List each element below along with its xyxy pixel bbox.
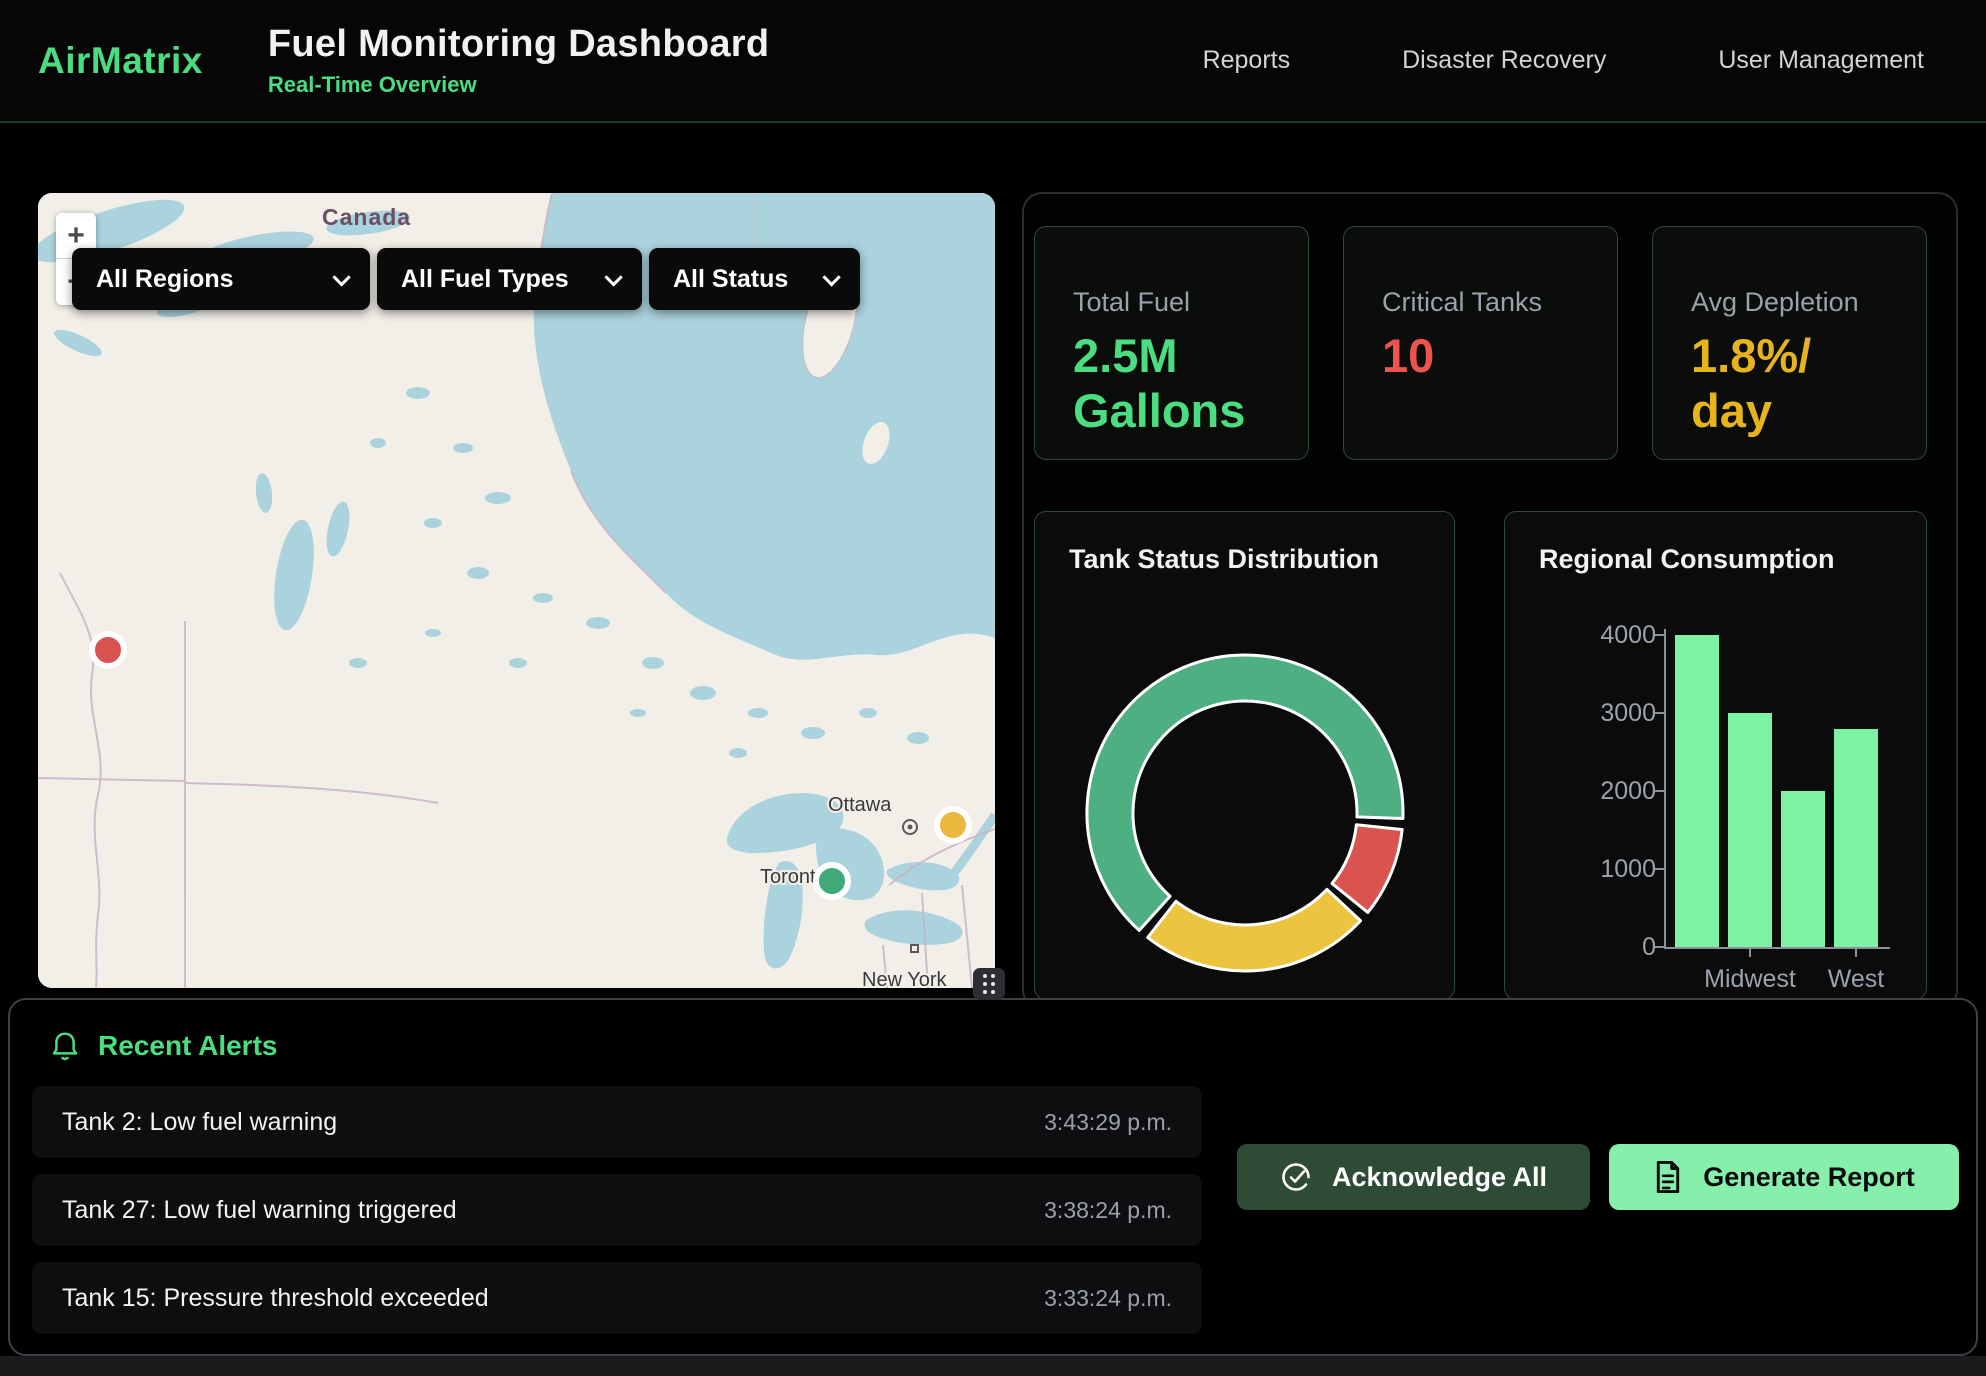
bottom-strip	[0, 1356, 1986, 1376]
recent-alerts-panel: Recent Alerts Tank 2: Low fuel warning 3…	[8, 998, 1978, 1356]
chevron-down-icon	[822, 268, 840, 286]
generate-report-button[interactable]: Generate Report	[1609, 1144, 1959, 1210]
acknowledge-all-label: Acknowledge All	[1332, 1162, 1547, 1193]
alert-row: Tank 15: Pressure threshold exceeded 3:3…	[32, 1262, 1202, 1334]
region-filter-select[interactable]: All Regions	[72, 248, 370, 310]
stat-value-avg-depletion: 1.8%/ day	[1691, 328, 1901, 439]
chevron-down-icon	[604, 268, 622, 286]
bar-chart-title: Regional Consumption	[1539, 544, 1926, 575]
generate-report-label: Generate Report	[1703, 1162, 1915, 1193]
map-label-newyork: New York	[862, 969, 947, 988]
y-tick-label: 1000	[1566, 857, 1656, 882]
dashboard-root: AirMatrix Fuel Monitoring Dashboard Real…	[0, 0, 1986, 1376]
fuel-map[interactable]: Canada Ottawa Toronto New York + − All R…	[38, 193, 995, 988]
alerts-heading: Recent Alerts	[98, 1030, 277, 1062]
fuel-type-filter-value: All Fuel Types	[401, 265, 569, 294]
alert-timestamp: 3:38:24 p.m.	[1044, 1197, 1172, 1224]
bar-series-0	[1675, 635, 1719, 947]
map-marker-normal[interactable]	[816, 865, 848, 897]
stat-card-avg-depletion: Avg Depletion 1.8%/ day	[1652, 226, 1927, 460]
nav-user-management[interactable]: User Management	[1718, 46, 1924, 75]
map-label-canada: Canada	[322, 204, 411, 230]
acknowledge-all-button[interactable]: Acknowledge All	[1237, 1144, 1590, 1210]
y-tick-label: 3000	[1566, 701, 1656, 726]
document-icon	[1653, 1160, 1683, 1194]
region-filter-value: All Regions	[96, 265, 234, 294]
alert-text: Tank 15: Pressure threshold exceeded	[62, 1284, 489, 1313]
tank-status-donut-chart	[1080, 648, 1410, 978]
alert-row: Tank 27: Low fuel warning triggered 3:38…	[32, 1174, 1202, 1246]
stat-card-critical-tanks: Critical Tanks 10	[1343, 226, 1618, 460]
y-tick-mark	[1654, 946, 1664, 948]
stat-cards-row: Total Fuel 2.5M Gallons Critical Tanks 1…	[1034, 226, 1927, 460]
resize-grip-icon[interactable]	[973, 968, 1005, 1000]
page-subtitle: Real-Time Overview	[268, 72, 769, 98]
alerts-header: Recent Alerts	[50, 1030, 277, 1062]
map-marker-warning[interactable]	[937, 809, 969, 841]
y-tick-mark	[1654, 868, 1664, 870]
status-filter-value: All Status	[673, 265, 788, 294]
app-header: AirMatrix Fuel Monitoring Dashboard Real…	[0, 0, 1986, 123]
map-marker-critical[interactable]	[92, 634, 124, 666]
map-label-ottawa: Ottawa	[828, 794, 892, 816]
chevron-down-icon	[332, 268, 350, 286]
check-circle-icon	[1280, 1161, 1312, 1193]
nav-disaster-recovery[interactable]: Disaster Recovery	[1402, 46, 1606, 75]
page-title-block: Fuel Monitoring Dashboard Real-Time Over…	[268, 23, 769, 98]
alert-timestamp: 3:33:24 p.m.	[1044, 1285, 1172, 1312]
status-filter-select[interactable]: All Status	[649, 248, 860, 310]
y-axis	[1664, 629, 1666, 949]
y-tick-mark	[1654, 790, 1664, 792]
y-tick-label: 0	[1566, 935, 1656, 960]
stat-value-total-fuel: 2.5M Gallons	[1073, 328, 1283, 439]
donut-segment-warning	[1148, 889, 1361, 971]
y-tick-label: 4000	[1566, 623, 1656, 648]
alert-timestamp: 3:43:29 p.m.	[1044, 1109, 1172, 1136]
alert-text: Tank 2: Low fuel warning	[62, 1108, 337, 1137]
donut-chart-title: Tank Status Distribution	[1069, 544, 1454, 575]
stat-card-total-fuel: Total Fuel 2.5M Gallons	[1034, 226, 1309, 460]
stat-value-critical-tanks: 10	[1382, 328, 1592, 383]
stat-label: Avg Depletion	[1691, 287, 1926, 318]
bell-icon	[50, 1030, 80, 1062]
alert-text: Tank 27: Low fuel warning triggered	[62, 1196, 457, 1225]
map-filter-bar: All Regions All Fuel Types All Status	[72, 248, 860, 310]
nav-reports[interactable]: Reports	[1203, 46, 1291, 75]
tank-status-chart-card: Tank Status Distribution	[1034, 511, 1455, 1000]
y-tick-mark	[1654, 712, 1664, 714]
metrics-panel: Total Fuel 2.5M Gallons Critical Tanks 1…	[1022, 192, 1958, 1010]
map-graphic: Canada Ottawa Toronto New York	[38, 193, 995, 988]
page-title: Fuel Monitoring Dashboard	[268, 23, 769, 66]
map-canvas[interactable]: Canada Ottawa Toronto New York	[38, 193, 995, 988]
stat-label: Critical Tanks	[1382, 287, 1617, 318]
x-tick-mark	[1855, 949, 1857, 957]
bar-Midwest	[1728, 713, 1772, 947]
donut-segment-critical	[1332, 825, 1402, 913]
x-tick-label: West	[1786, 965, 1926, 994]
bar-West	[1834, 729, 1878, 947]
y-tick-mark	[1654, 634, 1664, 636]
regional-consumption-chart-card: Regional Consumption 01000200030004000Mi…	[1504, 511, 1927, 1000]
stat-label: Total Fuel	[1073, 287, 1308, 318]
y-tick-label: 2000	[1566, 779, 1656, 804]
regional-consumption-bar-chart: 01000200030004000MidwestWest	[1666, 635, 1888, 947]
bar-series-2	[1781, 791, 1825, 947]
alert-row: Tank 2: Low fuel warning 3:43:29 p.m.	[32, 1086, 1202, 1158]
brand-logo: AirMatrix	[38, 40, 203, 82]
x-tick-mark	[1749, 949, 1751, 957]
fuel-type-filter-select[interactable]: All Fuel Types	[377, 248, 642, 310]
main-nav: Reports Disaster Recovery User Managemen…	[1203, 46, 1924, 75]
